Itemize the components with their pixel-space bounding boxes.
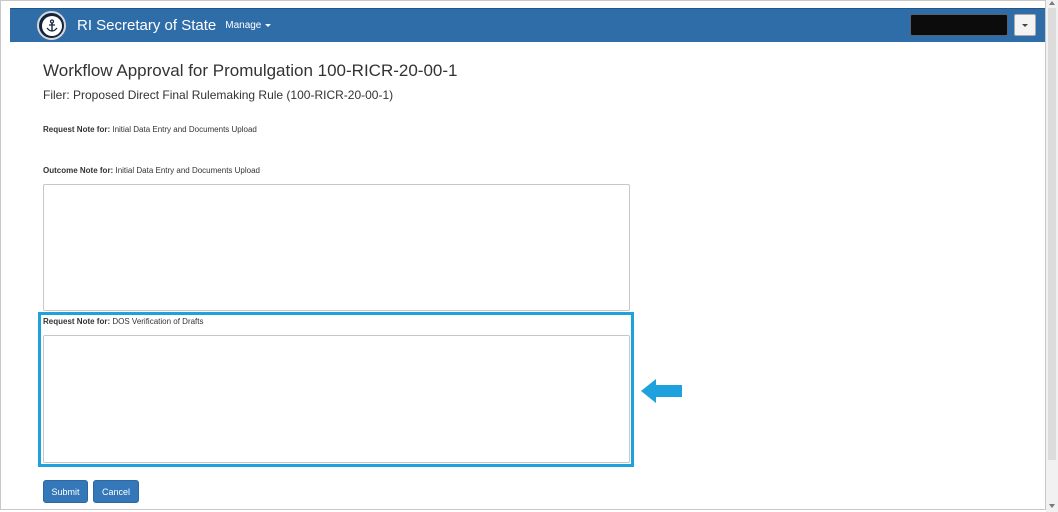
manage-label: Manage [225, 20, 262, 31]
left-arrow-icon [641, 379, 682, 403]
caret-down-icon [265, 24, 272, 27]
manage-dropdown[interactable]: Manage [225, 20, 272, 31]
user-name-box[interactable] [910, 14, 1008, 36]
browser-viewport: RI Secretary of State Manage Workflow Ap… [0, 0, 1046, 510]
page-title: Workflow Approval for Promulgation 100-R… [43, 61, 458, 80]
page-subtitle: Filer: Proposed Direct Final Rulemaking … [43, 88, 394, 102]
note-label: Request Note for: [43, 125, 111, 134]
scrollbar-thumb[interactable] [1048, 8, 1056, 460]
outcome-note-textarea[interactable] [43, 184, 630, 311]
note-label: Outcome Note for: [43, 166, 114, 175]
outcome-note-initial: Outcome Note for: Initial Data Entry and… [43, 166, 260, 175]
top-navbar: RI Secretary of State Manage [10, 8, 1045, 42]
scroll-down-icon[interactable] [1049, 504, 1055, 508]
scroll-up-icon[interactable] [1049, 1, 1055, 5]
brand[interactable]: RI Secretary of State Manage [37, 10, 272, 41]
brand-title[interactable]: RI Secretary of State [77, 17, 216, 34]
user-menu-toggle[interactable] [1014, 14, 1036, 36]
submit-button[interactable]: Submit [43, 480, 88, 503]
anchor-seal-icon [37, 11, 66, 40]
caret-down-icon [1022, 23, 1028, 27]
note-text: Initial Data Entry and Documents Upload [112, 125, 257, 134]
cancel-button[interactable]: Cancel [93, 480, 139, 503]
note-text: Initial Data Entry and Documents Upload [115, 166, 260, 175]
highlight-box [38, 312, 634, 467]
request-note-initial: Request Note for: Initial Data Entry and… [43, 125, 257, 134]
